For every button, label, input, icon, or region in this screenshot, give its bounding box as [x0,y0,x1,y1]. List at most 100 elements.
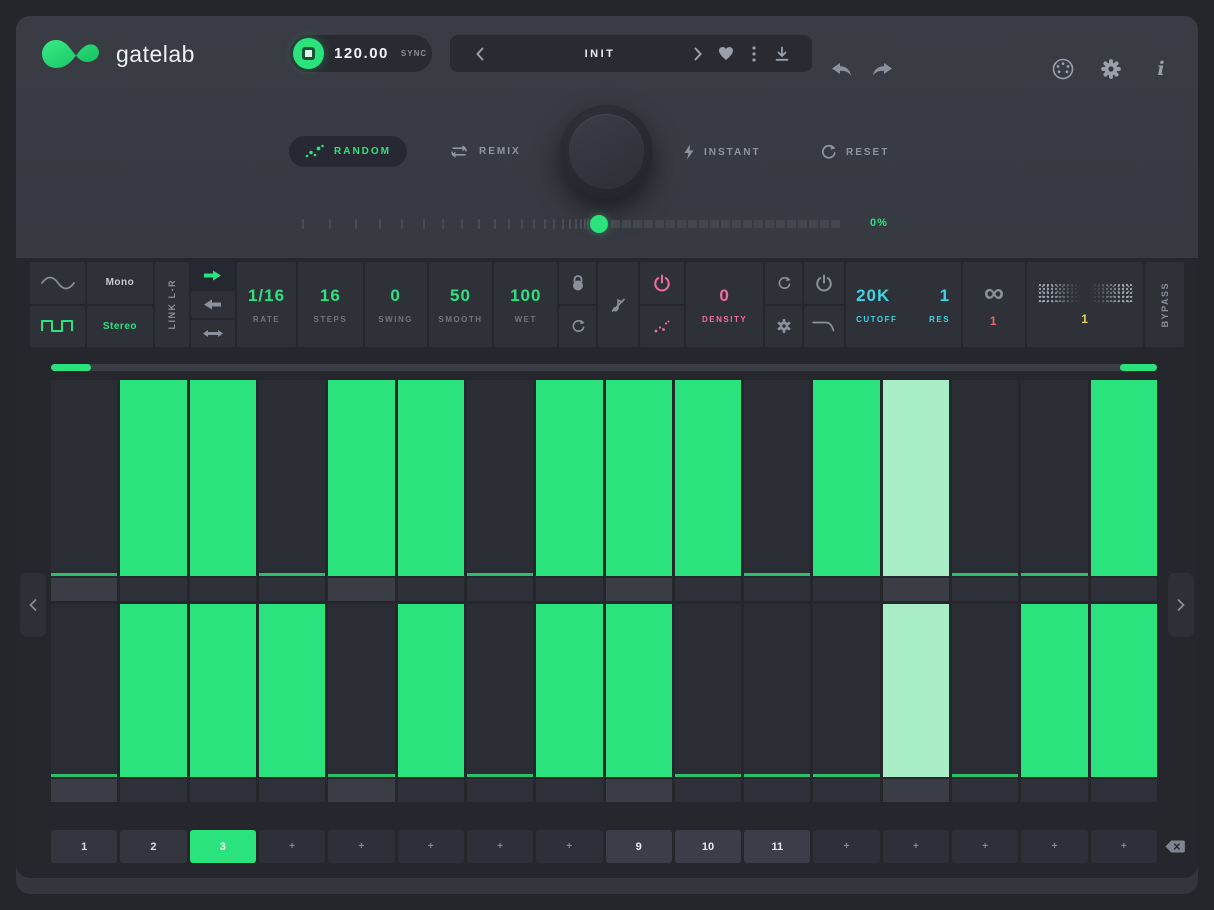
step-bar[interactable] [1091,604,1157,777]
step-bar[interactable] [675,380,741,576]
pattern-slot-11[interactable]: 11 [744,830,810,863]
step-bar[interactable] [467,774,533,777]
step-cell[interactable] [398,380,464,576]
step-footer[interactable] [675,578,741,601]
step-cell[interactable] [467,604,533,777]
step-footer[interactable] [120,779,186,802]
loop-progress-bar[interactable] [51,364,1157,371]
step-footer[interactable] [883,578,949,601]
pattern-slot-add[interactable]: + [813,830,879,863]
step-bar[interactable] [883,604,949,777]
step-cell[interactable] [1021,380,1087,576]
step-cell[interactable] [51,380,117,576]
step-cell[interactable] [813,380,879,576]
direction-pingpong-toggle[interactable] [191,320,235,347]
pattern-slot-add[interactable]: + [1091,830,1157,863]
bypass-toggle[interactable]: BYPASS [1145,262,1184,347]
step-bar[interactable] [883,380,949,576]
step-bar[interactable] [120,604,186,777]
reset-mode-button[interactable]: RESET [820,144,889,160]
step-cell[interactable] [1021,604,1087,777]
step-bar[interactable] [952,573,1018,576]
info-button[interactable]: i [1147,54,1175,84]
step-footer[interactable] [398,779,464,802]
step-cell[interactable] [328,604,394,777]
step-footer[interactable] [328,779,394,802]
direction-reverse-toggle[interactable] [191,291,235,318]
misc-settings-toggle[interactable] [765,306,802,348]
step-bar[interactable] [120,380,186,576]
direction-forward-toggle[interactable] [191,262,235,289]
step-footer[interactable] [259,578,325,601]
loop-length-control[interactable]: ∞ 1 [963,262,1026,347]
step-bar[interactable] [1091,380,1157,576]
step-footer[interactable] [1091,578,1157,601]
main-knob[interactable] [560,105,653,198]
pattern-delete-button[interactable] [1162,837,1188,855]
step-footer[interactable] [1021,578,1087,601]
sync-toggle[interactable]: SYNC [401,49,427,58]
step-bar[interactable] [744,573,810,576]
preset-menu-button[interactable] [740,39,768,69]
step-cell[interactable] [883,604,949,777]
page-prev-tab[interactable] [20,573,46,637]
step-cell[interactable] [467,380,533,576]
step-bar[interactable] [606,380,672,576]
density-power-toggle[interactable] [640,262,683,304]
progress-start-cap[interactable] [51,364,91,371]
step-cell[interactable] [606,604,672,777]
step-footer[interactable] [51,779,117,802]
step-footer[interactable] [606,578,672,601]
step-bar[interactable] [51,774,117,777]
step-cell[interactable] [883,380,949,576]
step-cell[interactable] [606,380,672,576]
pattern-slot-1[interactable]: 1 [51,830,117,863]
step-cell[interactable] [675,604,741,777]
stop-button[interactable] [293,38,324,69]
step-footer[interactable] [190,779,256,802]
step-footer[interactable] [606,779,672,802]
slider-handle[interactable] [590,215,608,233]
wet-control[interactable]: 100 WET [494,262,557,347]
pattern-slot-2[interactable]: 2 [120,830,186,863]
instant-mode-button[interactable]: INSTANT [683,144,761,160]
step-cell[interactable] [259,604,325,777]
step-bar[interactable] [1021,604,1087,777]
step-bar[interactable] [606,604,672,777]
step-footer[interactable] [190,578,256,601]
step-bar[interactable] [259,604,325,777]
pattern-slot-add[interactable]: + [398,830,464,863]
step-footer[interactable] [813,578,879,601]
step-cell[interactable] [398,604,464,777]
step-footer[interactable] [120,578,186,601]
mute-note-toggle[interactable] [598,262,639,347]
link-lr-toggle[interactable]: LINK L-R [155,262,189,347]
pattern-slot-add[interactable]: + [952,830,1018,863]
step-cell[interactable] [328,380,394,576]
step-bar[interactable] [813,380,879,576]
density-control[interactable]: 0 DENSITY [686,262,763,347]
step-cell[interactable] [259,380,325,576]
step-cell[interactable] [536,380,602,576]
step-footer[interactable] [51,578,117,601]
wave-square-toggle[interactable] [30,306,85,348]
step-footer[interactable] [259,779,325,802]
undo-button[interactable] [828,54,856,84]
pattern-slot-9[interactable]: 9 [606,830,672,863]
smooth-control[interactable]: 50 SMOOTH [429,262,493,347]
lock-toggle[interactable] [559,262,596,304]
step-cell[interactable] [744,604,810,777]
step-footer[interactable] [744,779,810,802]
filter-power-toggle[interactable] [804,262,844,304]
step-bar[interactable] [675,774,741,777]
lock-cycle-toggle[interactable] [559,306,596,348]
stereo-toggle[interactable]: Stereo [87,306,153,348]
preset-prev-button[interactable] [466,39,494,69]
step-footer[interactable] [328,578,394,601]
preset-next-button[interactable] [684,39,712,69]
step-bar[interactable] [536,604,602,777]
settings-button[interactable] [1097,54,1125,84]
steps-control[interactable]: 16 STEPS [298,262,363,347]
preset-favorite-button[interactable] [712,39,740,69]
step-footer[interactable] [536,779,602,802]
